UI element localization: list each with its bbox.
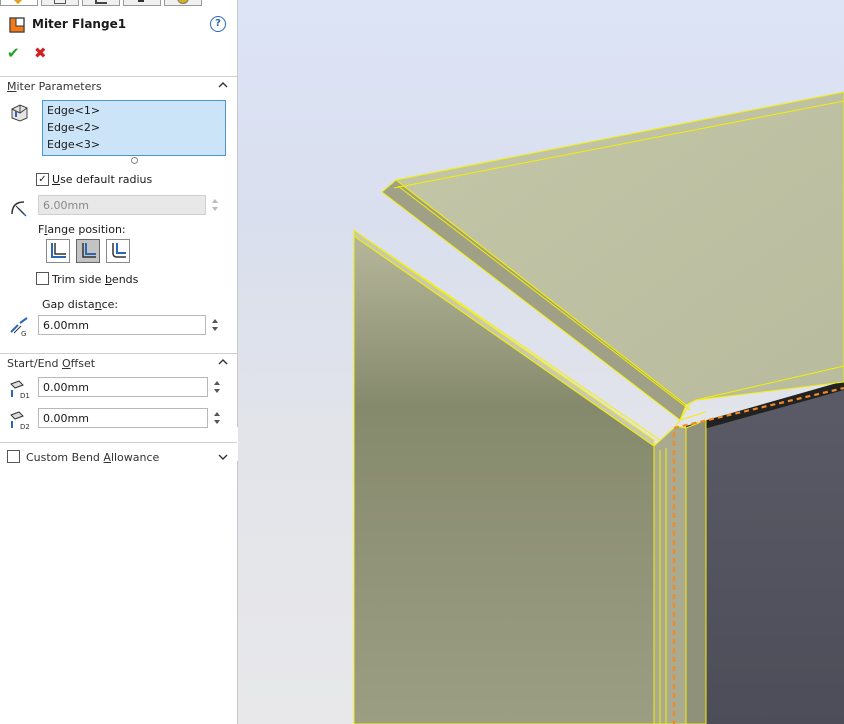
bend-outside-icon	[112, 243, 126, 258]
miter-parameters-header[interactable]: Miter Parameters	[0, 76, 237, 95]
interior-face	[690, 384, 844, 724]
bend-radius-input	[39, 197, 193, 213]
svg-text:D1: D1	[20, 392, 30, 400]
property-manager-panel: Miter Flange1 ? ✔ ✖ Miter Parameters Edg…	[0, 0, 238, 724]
ok-button[interactable]: ✔	[7, 44, 20, 62]
start-offset-icon: D1	[10, 380, 30, 400]
graphics-viewport[interactable]	[238, 0, 844, 724]
use-default-radius-checkbox[interactable]: ✓	[36, 173, 49, 186]
page-title: Miter Flange1	[32, 17, 127, 31]
trim-side-bends-label: Trim side bends	[52, 273, 139, 286]
list-item[interactable]: Edge<1>	[43, 103, 225, 119]
svg-text:D2: D2	[20, 423, 30, 431]
tab-configuration-manager[interactable]	[82, 0, 120, 6]
custom-bend-allowance-header[interactable]: Custom Bend Allowance	[0, 442, 237, 467]
end-offset-spinner[interactable]	[212, 408, 224, 428]
property-manager-header: Miter Flange1 ?	[8, 16, 230, 34]
tab-display-manager[interactable]	[164, 0, 202, 6]
material-outside-icon	[82, 243, 96, 258]
gap-distance-icon: G	[10, 317, 28, 337]
dimxpert-icon	[138, 0, 144, 2]
material-inside-icon	[51, 243, 66, 258]
cancel-button[interactable]: ✖	[34, 44, 47, 62]
tab-property-manager[interactable]	[41, 0, 79, 6]
material-inside-button[interactable]	[46, 239, 70, 263]
bend-radius-icon	[11, 201, 27, 217]
flange-position-label: Flange position:	[38, 223, 126, 236]
list-item[interactable]: Edge<2>	[43, 120, 225, 136]
section-title-miter-parameters: Miter Parameters	[7, 80, 102, 93]
manager-tab-strip	[0, 0, 237, 6]
start-offset-field[interactable]	[38, 377, 208, 397]
gap-distance-input[interactable]	[39, 317, 193, 333]
corner-strip	[653, 425, 687, 724]
edge-selection-icon	[11, 104, 28, 122]
section-title-start-end-offset: Start/End Offset	[7, 357, 96, 370]
end-offset-input[interactable]	[39, 410, 193, 426]
sheet-metal-model[interactable]	[238, 0, 844, 724]
custom-bend-allowance-checkbox[interactable]	[7, 450, 20, 463]
end-offset-field[interactable]	[38, 408, 208, 428]
list-item[interactable]: Edge<3>	[43, 137, 225, 153]
custom-bend-allowance-label: Custom Bend Allowance	[26, 451, 160, 464]
bend-outside-button[interactable]	[106, 239, 130, 263]
list-resize-handle[interactable]	[131, 157, 138, 164]
edge-selection-list[interactable]: Edge<1> Edge<2> Edge<3>	[42, 100, 226, 156]
miter-flange-icon	[9, 17, 25, 33]
chevron-down-icon[interactable]	[217, 451, 229, 463]
start-end-offset-header[interactable]: Start/End Offset	[0, 353, 237, 372]
end-offset-icon: D2	[10, 411, 30, 431]
feature-manager-icon	[10, 0, 26, 5]
tab-dimxpert-manager[interactable]	[123, 0, 161, 6]
start-offset-spinner[interactable]	[212, 377, 224, 397]
display-manager-icon	[177, 0, 189, 4]
trim-side-bends-checkbox[interactable]	[36, 272, 49, 285]
chevron-up-icon[interactable]	[217, 356, 229, 368]
gap-distance-field[interactable]	[38, 315, 206, 335]
property-manager-icon	[54, 0, 66, 4]
gap-distance-spinner[interactable]	[210, 315, 222, 335]
start-offset-input[interactable]	[39, 379, 193, 395]
tab-feature-manager[interactable]	[0, 0, 38, 6]
bend-radius-field	[38, 195, 206, 215]
help-icon[interactable]: ?	[210, 16, 226, 32]
use-default-radius-label: Use default radius	[52, 173, 153, 186]
material-outside-button[interactable]	[76, 239, 100, 263]
gap-distance-label: Gap distance:	[42, 298, 119, 311]
front-edge-strip	[685, 419, 707, 724]
chevron-up-icon[interactable]	[217, 79, 229, 91]
bend-radius-spinner	[210, 195, 222, 215]
svg-text:G: G	[21, 330, 26, 337]
configuration-manager-icon	[95, 0, 107, 4]
